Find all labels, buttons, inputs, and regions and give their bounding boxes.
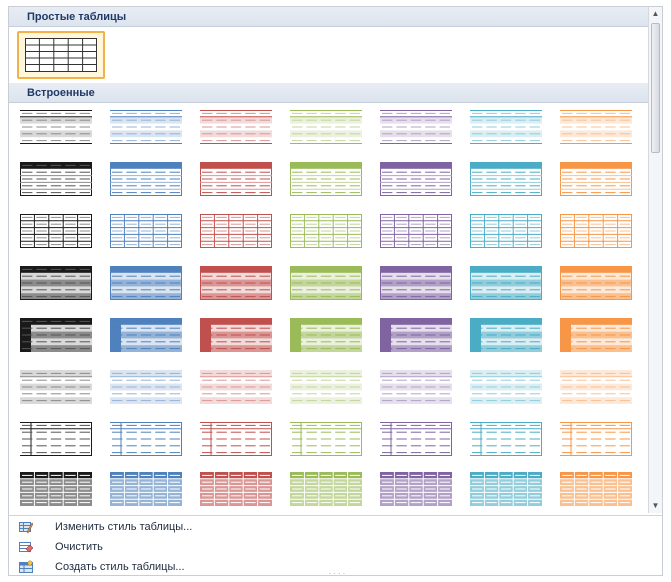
table-style-light-shading-black[interactable]	[17, 107, 95, 151]
table-style-light-shading-blue[interactable]	[107, 107, 185, 151]
gallery-menu: Изменить стиль таблицы... Очистить Созда…	[9, 515, 662, 576]
table-style-light-list-purple[interactable]	[377, 159, 455, 203]
scroll-thumb[interactable]	[651, 23, 660, 153]
table-style-dark-fill-red[interactable]	[197, 469, 275, 513]
table-style-medium-header-column-aqua[interactable]	[467, 315, 545, 359]
table-style-medium-shading-blue[interactable]	[107, 263, 185, 307]
table-style-dark-fill-green[interactable]	[287, 469, 365, 513]
table-style-left-column-aqua[interactable]	[467, 419, 545, 463]
table-style-light-shading-orange[interactable]	[557, 107, 635, 151]
plain-tables-header: Простые таблицы	[9, 7, 650, 27]
table-style-left-column-orange[interactable]	[557, 419, 635, 463]
table-style-medium-header-column-orange[interactable]	[557, 315, 635, 359]
gallery-scrollbar[interactable]: ▲ ▼	[648, 7, 662, 513]
table-style-medium-shading-red[interactable]	[197, 263, 275, 307]
plain-table-grid-icon	[25, 38, 97, 72]
table-style-dark-fill-blue[interactable]	[107, 469, 185, 513]
table-style-light-list-orange[interactable]	[557, 159, 635, 203]
table-style-medium-shading-black[interactable]	[17, 263, 95, 307]
table-style-light-shading-red[interactable]	[197, 107, 275, 151]
table-style-left-column-blue[interactable]	[107, 419, 185, 463]
builtin-styles-grid	[9, 107, 650, 511]
table-style-light-grid-black[interactable]	[17, 211, 95, 255]
modify-table-style-label: Изменить стиль таблицы...	[55, 521, 193, 533]
table-style-left-column-black[interactable]	[17, 419, 95, 463]
plain-table-style-option[interactable]	[17, 31, 105, 79]
table-style-medium-shading-green[interactable]	[287, 263, 365, 307]
new-style-icon	[19, 560, 33, 574]
table-style-light-grid-aqua[interactable]	[467, 211, 545, 255]
clear-style-label: Очистить	[55, 541, 103, 553]
table-style-light-grid-blue[interactable]	[107, 211, 185, 255]
table-style-light-list-red[interactable]	[197, 159, 275, 203]
table-style-light-shading-purple[interactable]	[377, 107, 455, 151]
table-style-medium-header-column-purple[interactable]	[377, 315, 455, 359]
table-style-medium-shading-orange[interactable]	[557, 263, 635, 307]
clear-style-icon	[19, 540, 34, 554]
table-style-medium-shading-aqua[interactable]	[467, 263, 545, 307]
table-style-light-list-black[interactable]	[17, 159, 95, 203]
table-style-light-list-green[interactable]	[287, 159, 365, 203]
table-style-light-shading-green[interactable]	[287, 107, 365, 151]
table-style-dark-fill-black[interactable]	[17, 469, 95, 513]
table-style-light-grid-orange[interactable]	[557, 211, 635, 255]
table-style-dark-fill-orange[interactable]	[557, 469, 635, 513]
table-style-light-striped-orange[interactable]	[557, 367, 635, 411]
table-style-light-striped-black[interactable]	[17, 367, 95, 411]
clear-style-item[interactable]: Очистить	[13, 538, 653, 556]
modify-style-icon	[19, 520, 34, 534]
table-style-light-grid-purple[interactable]	[377, 211, 455, 255]
table-style-light-grid-green[interactable]	[287, 211, 365, 255]
table-style-medium-header-column-green[interactable]	[287, 315, 365, 359]
table-style-medium-header-column-red[interactable]	[197, 315, 275, 359]
table-style-dark-fill-aqua[interactable]	[467, 469, 545, 513]
table-style-light-list-aqua[interactable]	[467, 159, 545, 203]
table-style-dark-fill-purple[interactable]	[377, 469, 455, 513]
table-style-light-striped-blue[interactable]	[107, 367, 185, 411]
scroll-down-icon[interactable]: ▼	[649, 499, 662, 513]
builtin-tables-header: Встроенные	[9, 83, 650, 103]
table-style-left-column-purple[interactable]	[377, 419, 455, 463]
table-style-light-striped-red[interactable]	[197, 367, 275, 411]
modify-table-style-item[interactable]: Изменить стиль таблицы...	[13, 518, 653, 536]
table-style-light-grid-red[interactable]	[197, 211, 275, 255]
resize-grip[interactable]: ····	[323, 570, 353, 576]
table-styles-gallery: Простые таблицы Встроенные ▲ ▼ Изменить …	[8, 6, 663, 576]
scroll-up-icon[interactable]: ▲	[649, 7, 662, 21]
table-style-light-shading-aqua[interactable]	[467, 107, 545, 151]
table-style-light-striped-green[interactable]	[287, 367, 365, 411]
table-style-left-column-red[interactable]	[197, 419, 275, 463]
table-style-light-striped-purple[interactable]	[377, 367, 455, 411]
table-style-light-list-blue[interactable]	[107, 159, 185, 203]
new-table-style-label: Создать стиль таблицы...	[55, 561, 185, 573]
table-style-medium-header-column-blue[interactable]	[107, 315, 185, 359]
table-style-light-striped-aqua[interactable]	[467, 367, 545, 411]
table-style-medium-shading-purple[interactable]	[377, 263, 455, 307]
table-style-medium-header-column-black[interactable]	[17, 315, 95, 359]
table-style-left-column-green[interactable]	[287, 419, 365, 463]
